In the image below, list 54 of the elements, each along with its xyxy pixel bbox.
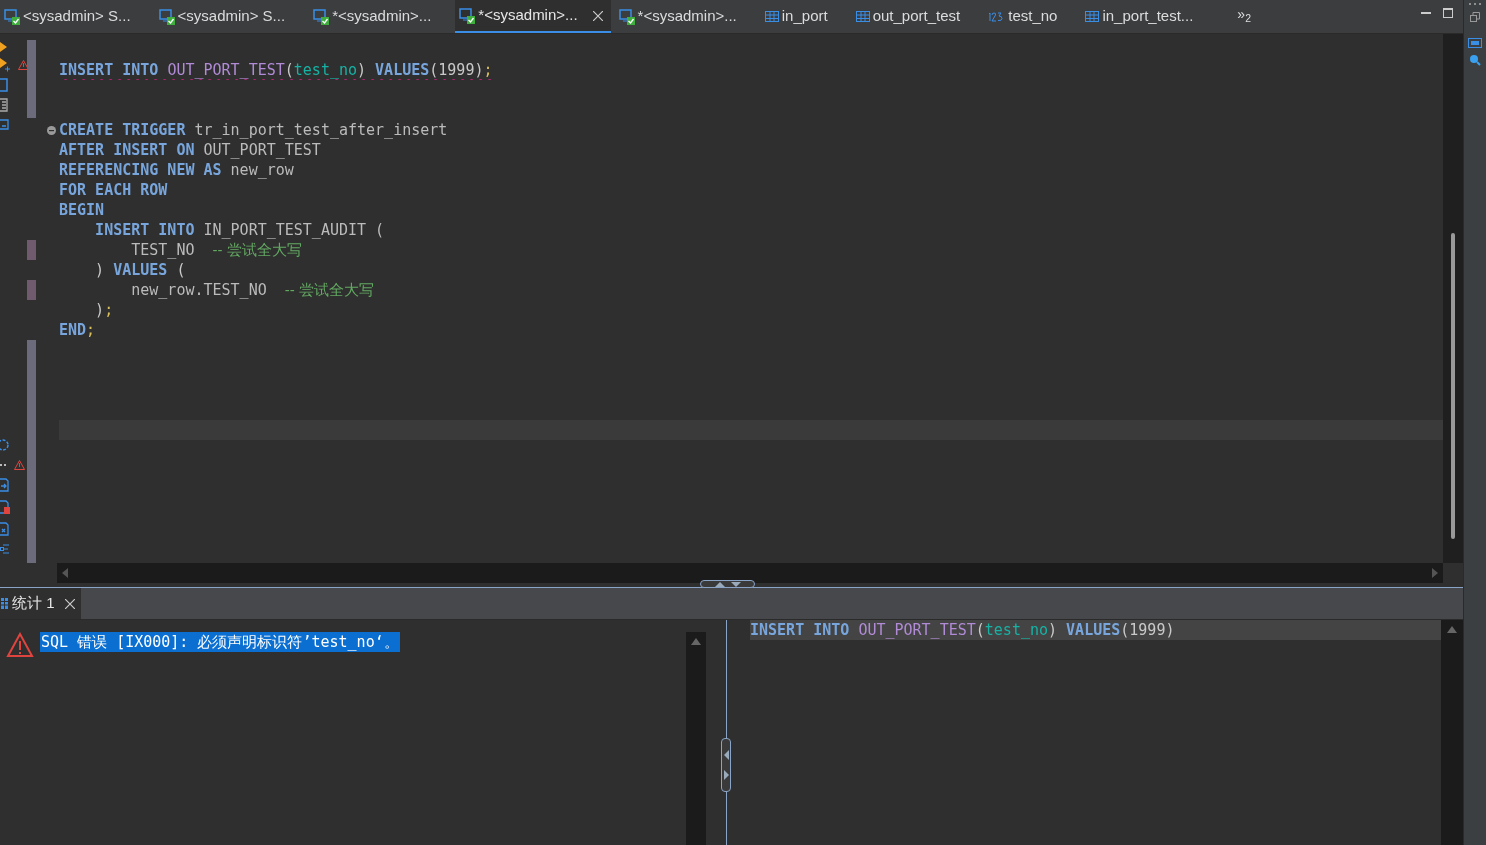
outline-icon[interactable] bbox=[0, 544, 9, 554]
table-icon bbox=[1, 598, 8, 609]
number-column-icon bbox=[988, 11, 1006, 22]
editor-tab[interactable]: in_port_test... bbox=[1081, 0, 1212, 33]
editor-tab[interactable]: <sysadmin> S... bbox=[154, 0, 304, 33]
editor-tab[interactable]: *<sysadmin>... bbox=[614, 0, 755, 33]
file-error-icon[interactable] bbox=[0, 500, 10, 514]
scroll-left-icon[interactable] bbox=[61, 568, 69, 578]
maximize-icon[interactable] bbox=[1443, 8, 1453, 18]
vertical-scrollbar[interactable] bbox=[1441, 620, 1463, 845]
collapse-left-icon[interactable] bbox=[723, 750, 729, 760]
editor-tab[interactable]: out_port_test bbox=[851, 0, 979, 33]
script-icon bbox=[313, 8, 330, 25]
vertical-scrollbar[interactable] bbox=[686, 632, 706, 845]
warning-icon bbox=[14, 460, 25, 470]
more-tabs-button[interactable]: »$_{2}$ bbox=[1237, 4, 1251, 25]
script-icon bbox=[4, 8, 20, 25]
file-icon[interactable] bbox=[0, 522, 9, 536]
close-icon[interactable] bbox=[592, 10, 603, 21]
horizontal-scrollbar[interactable] bbox=[57, 563, 1443, 583]
table-icon bbox=[764, 11, 779, 22]
editor-tab[interactable]: in_port bbox=[760, 0, 846, 33]
fold-icon[interactable] bbox=[47, 125, 56, 135]
table-icon bbox=[855, 11, 870, 22]
ellipsis-icon[interactable] bbox=[0, 463, 8, 467]
scroll-right-icon[interactable] bbox=[1431, 568, 1439, 578]
warning-icon bbox=[18, 60, 29, 70]
scroll-up-icon[interactable] bbox=[1447, 626, 1457, 633]
vertical-scrollbar[interactable] bbox=[1443, 34, 1463, 563]
warning-icon bbox=[6, 632, 34, 658]
editor-tab[interactable]: <sysadmin> S... bbox=[0, 0, 149, 33]
run-icon[interactable] bbox=[0, 42, 8, 52]
expand-right-icon[interactable] bbox=[723, 770, 729, 780]
document-icon[interactable] bbox=[0, 78, 8, 92]
folder-icon[interactable] bbox=[0, 118, 10, 130]
error-message: SQL 错误 [IX000]: 必须声明标识符’test_no‘。 bbox=[40, 632, 400, 652]
scroll-up-icon[interactable] bbox=[691, 638, 701, 645]
script-icon bbox=[618, 8, 635, 25]
search-icon[interactable] bbox=[1469, 54, 1481, 66]
scrollbar-thumb[interactable] bbox=[1451, 233, 1455, 539]
editor-tab[interactable]: *<sysadmin>... bbox=[309, 0, 450, 33]
editor-tab[interactable]: *<sysadmin>... bbox=[455, 0, 611, 33]
run-add-icon[interactable] bbox=[0, 58, 10, 72]
import-icon[interactable] bbox=[0, 478, 9, 492]
editor-tab[interactable]: test_no bbox=[984, 0, 1076, 33]
more-icon[interactable] bbox=[1468, 2, 1482, 6]
table-icon bbox=[1085, 11, 1100, 22]
result-tab[interactable]: 统计 1 bbox=[0, 588, 81, 619]
script-icon bbox=[158, 8, 175, 25]
close-icon[interactable] bbox=[64, 598, 75, 609]
panel-icon[interactable] bbox=[1468, 38, 1482, 48]
list-icon[interactable] bbox=[0, 98, 8, 112]
restore-icon[interactable] bbox=[1470, 12, 1480, 22]
script-icon bbox=[459, 7, 476, 24]
